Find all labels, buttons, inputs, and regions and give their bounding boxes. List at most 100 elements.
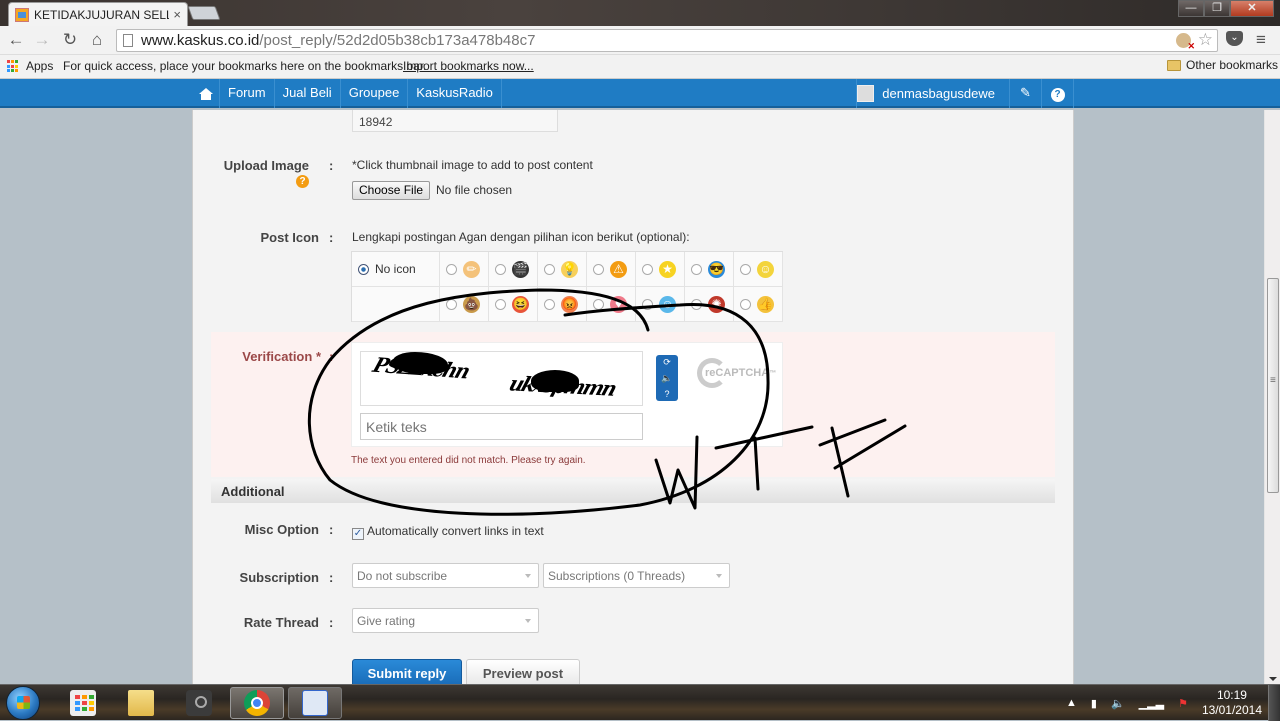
refresh-icon[interactable]: ⟳	[663, 357, 671, 368]
aiseesoft-icon	[302, 690, 328, 716]
rate-thread-select[interactable]: Give rating	[352, 608, 539, 633]
preview-post-button[interactable]: Preview post	[466, 659, 580, 685]
post-icon-option-happy[interactable]: ☺	[636, 287, 685, 322]
radio-smile[interactable]	[740, 263, 751, 275]
scroll-down-arrow-icon[interactable]	[1269, 677, 1277, 681]
captcha-text-input[interactable]	[360, 413, 643, 440]
post-icon-option-poop[interactable]: 💩	[440, 287, 489, 322]
colon: :	[329, 349, 334, 364]
show-hidden-icons-button[interactable]: ▲	[1066, 697, 1077, 709]
tab-close-button[interactable]: ×	[173, 7, 181, 22]
empty-cell	[352, 287, 440, 322]
radio-heart[interactable]	[593, 298, 604, 310]
taskbar-file-explorer[interactable]	[114, 687, 168, 719]
nav-kaskusradio[interactable]: KaskusRadio	[408, 79, 502, 108]
radio-angry[interactable]	[544, 298, 555, 310]
power-icon[interactable]: ▮	[1091, 697, 1097, 710]
post-icon-option-clapperboard[interactable]: 🎬	[489, 252, 538, 287]
no-icon-option[interactable]: No icon	[352, 252, 440, 287]
post-icon-option-cool[interactable]: 😎	[685, 252, 734, 287]
post-icon-option-pencil[interactable]: ✏	[440, 252, 489, 287]
post-icon-option-burst[interactable]: ✺	[685, 287, 734, 322]
tab-active[interactable]: KETIDAKJUJURAN SELLER ×	[8, 2, 188, 26]
audio-icon[interactable]: 🔈	[661, 373, 672, 384]
apps-shortcut[interactable]: Apps	[26, 59, 53, 73]
taskbar-apps-grid[interactable]	[56, 687, 110, 719]
post-icon-option-thumbs-up[interactable]: 👍	[734, 287, 783, 322]
additional-section-header: Additional	[211, 479, 1055, 503]
post-icon-option-heart[interactable]: ♥	[587, 287, 636, 322]
apps-grid-icon[interactable]	[7, 60, 20, 73]
radio-clapperboard[interactable]	[495, 263, 506, 275]
address-bar[interactable]: www.kaskus.co.id/post_reply/52d2d05b38cb…	[116, 29, 1218, 52]
volume-icon[interactable]: 🔈	[1111, 697, 1125, 710]
help-icon[interactable]: ?	[296, 175, 309, 188]
post-icon-option-angry[interactable]: 😡	[538, 287, 587, 322]
post-icon-option-laugh[interactable]: 😆	[489, 287, 538, 322]
reload-button[interactable]: ↻	[60, 30, 80, 50]
tab-title: KETIDAKJUJURAN SELLER	[34, 7, 170, 22]
thumbs-up-icon: 👍	[757, 295, 774, 313]
other-bookmarks[interactable]: Other bookmarks	[1167, 58, 1278, 72]
minimize-button[interactable]: —	[1178, 0, 1204, 17]
colon: :	[329, 615, 334, 630]
previous-field-value[interactable]: 18942	[352, 110, 558, 132]
window-close-button[interactable]: ✕	[1230, 0, 1274, 17]
maximize-button[interactable]: ❐	[1204, 0, 1230, 17]
action-center-flag-icon[interactable]: ⚑	[1178, 697, 1188, 710]
auto-convert-links-option[interactable]: ✓ Automatically convert links in text	[352, 524, 544, 540]
radio-pencil[interactable]	[446, 263, 457, 275]
no-file-chosen-text: No file chosen	[436, 183, 513, 197]
post-icon-option-star[interactable]: ★	[636, 252, 685, 287]
show-desktop-button[interactable]	[1268, 685, 1280, 721]
nav-jual-beli[interactable]: Jual Beli	[275, 79, 341, 108]
home-button[interactable]: ⌂	[87, 30, 107, 50]
back-button[interactable]: ←	[6, 30, 26, 50]
help-button[interactable]: ?	[1042, 79, 1074, 108]
clock[interactable]: 10:19 13/01/2014	[1202, 688, 1262, 718]
user-menu[interactable]: denmasbagusdewe	[856, 79, 1010, 108]
radio-happy[interactable]	[642, 298, 653, 310]
post-icon-option-lightbulb[interactable]: 💡	[538, 252, 587, 287]
apps-grid-dot	[11, 64, 14, 68]
radio-thumbs-up[interactable]	[740, 298, 751, 310]
radio-poop[interactable]	[446, 298, 457, 310]
forward-button[interactable]: →	[32, 30, 52, 50]
subscription-select[interactable]: Do not subscribe	[352, 563, 539, 588]
nav-forum[interactable]: Forum	[220, 79, 275, 108]
import-bookmarks-link[interactable]: Import bookmarks now...	[403, 59, 534, 73]
nav-groupee[interactable]: Groupee	[341, 79, 409, 108]
subscriptions-folder-select[interactable]: Subscriptions (0 Threads)	[543, 563, 730, 588]
bookmark-star-icon[interactable]: ☆	[1198, 30, 1213, 50]
new-tab-button[interactable]	[187, 6, 221, 20]
start-button[interactable]	[6, 686, 40, 720]
laugh-icon: 😆	[512, 295, 529, 313]
submit-reply-button[interactable]: Submit reply	[352, 659, 462, 685]
page-scrollbar[interactable]	[1264, 110, 1280, 685]
radio-lightbulb[interactable]	[544, 263, 555, 275]
cookie-blocked-icon[interactable]	[1176, 33, 1195, 52]
choose-file-button[interactable]: Choose File	[352, 181, 431, 200]
pocket-extension-icon[interactable]: ⌄	[1226, 31, 1243, 46]
radio-warning[interactable]	[593, 263, 604, 275]
taskbar-aiseesoft[interactable]	[288, 687, 342, 719]
radio-no-icon[interactable]	[358, 263, 369, 275]
apps-grid-dot	[15, 64, 18, 68]
warning-icon: ⚠	[610, 260, 627, 278]
radio-star[interactable]	[642, 263, 653, 275]
scrollbar-thumb[interactable]	[1267, 278, 1279, 493]
radio-burst[interactable]	[691, 298, 702, 310]
post-icon-option-warning[interactable]: ⚠	[587, 252, 636, 287]
home-nav-button[interactable]	[192, 79, 220, 108]
radio-laugh[interactable]	[495, 298, 506, 310]
network-signal-icon[interactable]: ▁▂▃	[1139, 697, 1164, 710]
help-icon[interactable]: ?	[664, 389, 669, 399]
taskbar-steam[interactable]	[172, 687, 226, 719]
smile-icon: ☺	[757, 260, 774, 278]
pencil-icon[interactable]: ✎	[1010, 79, 1042, 108]
radio-cool[interactable]	[691, 263, 702, 275]
post-icon-option-smile[interactable]: ☺	[734, 252, 783, 287]
taskbar-chrome[interactable]	[230, 687, 284, 719]
chrome-menu-icon[interactable]: ≡	[1256, 30, 1266, 50]
auto-convert-links-checkbox[interactable]: ✓	[352, 528, 364, 540]
